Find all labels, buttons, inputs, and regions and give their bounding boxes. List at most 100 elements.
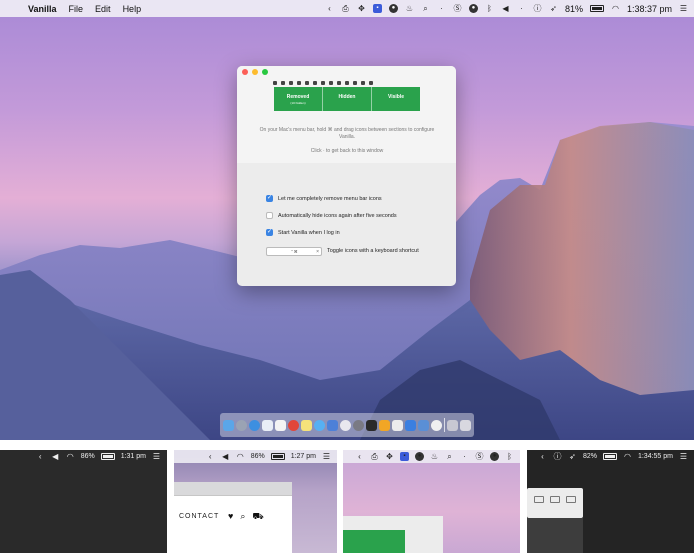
- xcode-icon[interactable]: [418, 419, 429, 431]
- rocket-icon[interactable]: ➶: [568, 452, 577, 461]
- battery-icon[interactable]: [589, 5, 604, 12]
- sketch-icon[interactable]: [379, 419, 390, 431]
- option-label: Let me completely remove menu bar icons: [278, 195, 382, 202]
- battery-icon[interactable]: [602, 453, 617, 460]
- printer-icon[interactable]: ⎙: [341, 4, 350, 13]
- battery-percent: 86%: [80, 453, 95, 460]
- info-icon[interactable]: ⓘ: [533, 4, 542, 13]
- option-remove-icons[interactable]: Let me completely remove menu bar icons: [266, 194, 382, 202]
- wifi-icon[interactable]: ◠: [623, 452, 632, 461]
- menu-edit[interactable]: Edit: [89, 4, 117, 14]
- facetime-icon[interactable]: [327, 419, 338, 431]
- wifi-icon[interactable]: ◠: [66, 452, 75, 461]
- vanilla-dock-icon[interactable]: [431, 419, 442, 431]
- menu-file[interactable]: File: [63, 4, 90, 14]
- menu-help[interactable]: Help: [117, 4, 148, 14]
- clock[interactable]: 1:31 pm: [121, 453, 146, 460]
- terminal-icon[interactable]: [366, 419, 377, 431]
- panel-menubar: ‹ ◀ ◠ 86% 1:27 pm ☰: [174, 450, 337, 463]
- notification-center-icon[interactable]: ☰: [679, 452, 688, 461]
- minimize-button[interactable]: [252, 69, 258, 75]
- flame-icon[interactable]: ♨: [405, 4, 414, 13]
- option-auto-hide[interactable]: Automatically hide icons again after fiv…: [266, 212, 397, 219]
- volume-icon[interactable]: ◀: [51, 452, 60, 461]
- skype-icon[interactable]: Ⓢ: [475, 452, 484, 461]
- notification-center-icon[interactable]: ☰: [679, 4, 688, 13]
- flame-icon[interactable]: ♨: [430, 452, 439, 461]
- chevron-left-icon[interactable]: ‹: [538, 452, 547, 461]
- heart-icon[interactable]: ♥: [228, 511, 233, 523]
- wifi-icon[interactable]: ◠: [611, 4, 620, 13]
- dark-circle-icon[interactable]: ●: [468, 4, 478, 13]
- dropbox-icon[interactable]: ✥: [357, 4, 366, 13]
- app-store-icon[interactable]: [405, 419, 416, 431]
- bluetooth-icon[interactable]: ᛒ: [485, 4, 494, 13]
- notes-icon[interactable]: [301, 419, 312, 431]
- battery-icon[interactable]: [100, 453, 115, 460]
- skype-icon[interactable]: Ⓢ: [453, 4, 462, 13]
- zoom-button[interactable]: [262, 69, 268, 75]
- app-icon[interactable]: ▪: [372, 4, 382, 13]
- chevron-left-icon[interactable]: ‹: [355, 452, 364, 461]
- app-menu[interactable]: Vanilla: [22, 4, 63, 14]
- search-icon[interactable]: ⌕: [421, 4, 430, 13]
- notification-center-icon[interactable]: ☰: [322, 452, 331, 461]
- clock[interactable]: 1:34:55 pm: [638, 453, 673, 460]
- circle-app-icon[interactable]: ●: [388, 4, 398, 13]
- bluetooth-icon[interactable]: ᛒ: [505, 452, 514, 461]
- browser-window: CONTACT ♥ ⌕ ⛟: [174, 482, 292, 553]
- clock[interactable]: 1:27 pm: [291, 453, 316, 460]
- chevron-left-icon[interactable]: ‹: [36, 452, 45, 461]
- bottom-view-icon[interactable]: [550, 496, 560, 503]
- section-hidden[interactable]: Hidden: [323, 87, 372, 111]
- browser-toolbar: [174, 482, 292, 496]
- checkbox-start-login[interactable]: [266, 228, 273, 236]
- finder-icon[interactable]: [223, 419, 234, 431]
- dark-circle-icon[interactable]: ●: [490, 452, 499, 461]
- downloads-icon[interactable]: [447, 419, 458, 431]
- view-buttons: [534, 496, 576, 503]
- shortcut-label: Toggle icons with a keyboard shortcut: [327, 248, 419, 254]
- contact-link[interactable]: CONTACT: [179, 513, 219, 520]
- search-icon[interactable]: ⌕: [445, 452, 454, 461]
- chevron-left-icon[interactable]: ‹: [325, 4, 334, 13]
- close-button[interactable]: [242, 69, 248, 75]
- safari-icon[interactable]: [249, 419, 260, 431]
- printer-icon[interactable]: ⎙: [370, 452, 379, 461]
- volume-icon[interactable]: ◀: [221, 452, 230, 461]
- right-view-icon[interactable]: [566, 496, 576, 503]
- volume-icon[interactable]: ◀: [501, 4, 510, 13]
- cart-icon[interactable]: ⛟: [252, 511, 263, 523]
- dropbox-icon[interactable]: ✥: [385, 452, 394, 461]
- checkbox-auto-hide[interactable]: [266, 212, 273, 219]
- launchpad-icon[interactable]: [236, 419, 247, 431]
- dock: [220, 413, 474, 437]
- notification-center-icon[interactable]: ☰: [152, 452, 161, 461]
- trash-icon[interactable]: [460, 419, 471, 431]
- chevron-left-icon[interactable]: ‹: [206, 452, 215, 461]
- info-icon[interactable]: ⓘ: [553, 452, 562, 461]
- itunes-icon[interactable]: [340, 419, 351, 431]
- option-start-login[interactable]: Start Vanilla when I log in: [266, 228, 340, 236]
- circle-app-icon[interactable]: ●: [415, 452, 424, 461]
- section-visible[interactable]: Visible: [372, 87, 420, 111]
- chrome-icon[interactable]: [288, 419, 299, 431]
- app-icon[interactable]: ▪: [400, 452, 409, 461]
- calendar-icon[interactable]: [275, 419, 286, 431]
- messages-icon[interactable]: [314, 419, 325, 431]
- clear-shortcut-icon[interactable]: ×: [316, 249, 319, 255]
- panel-menubar: ‹ ⎙ ✥ ▪ ● ♨ ⌕ · Ⓢ ● ᛒ: [343, 450, 520, 463]
- photos-icon[interactable]: [392, 419, 403, 431]
- rocket-icon[interactable]: ➶: [549, 4, 558, 13]
- battery-icon[interactable]: [270, 453, 285, 460]
- preferences-icon[interactable]: [353, 419, 364, 431]
- wifi-icon[interactable]: ◠: [236, 452, 245, 461]
- section-removed[interactable]: Removed (10 hidden): [274, 87, 323, 111]
- popover: [527, 488, 583, 518]
- shortcut-recorder[interactable]: ⌃⌘ ×: [266, 247, 322, 256]
- clock[interactable]: 1:38:37 pm: [627, 4, 672, 14]
- search-icon[interactable]: ⌕: [240, 511, 245, 523]
- sidebar-view-icon[interactable]: [534, 496, 544, 503]
- mail-icon[interactable]: [262, 419, 273, 431]
- checkbox-remove-icons[interactable]: [266, 194, 273, 202]
